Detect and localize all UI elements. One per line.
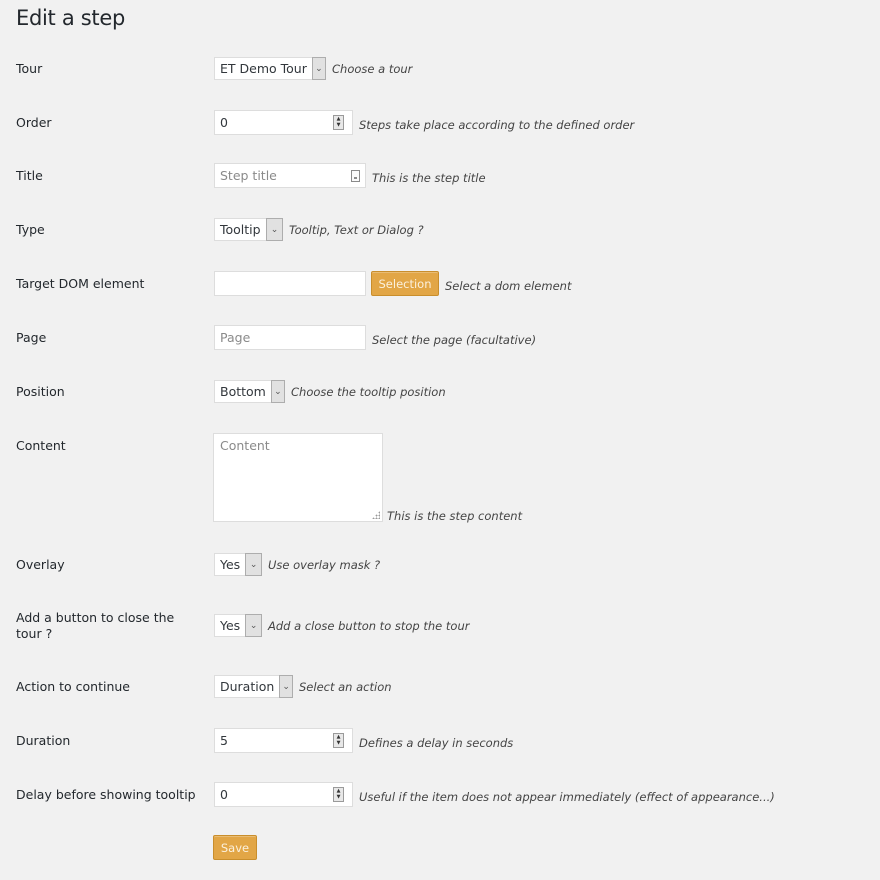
position-label: Position xyxy=(16,384,65,399)
content-description: This is the step content xyxy=(387,509,523,523)
chevron-down-icon[interactable]: ⌄ xyxy=(245,553,262,576)
title-description: This is the step title xyxy=(372,170,486,185)
tour-select-value: ET Demo Tour xyxy=(220,61,307,76)
chevron-down-icon[interactable]: ⌄ xyxy=(279,675,293,698)
save-button[interactable]: Save xyxy=(213,835,257,860)
close-button-description: Add a close button to stop the tour xyxy=(268,618,470,633)
number-spinner-icon[interactable]: ▲ ▼ xyxy=(333,733,344,748)
overlay-description: Use overlay mask ? xyxy=(268,557,381,572)
delay-description: Useful if the item does not appear immed… xyxy=(359,789,775,804)
close-button-label: Add a button to close the tour ? xyxy=(16,610,175,641)
order-label: Order xyxy=(16,115,52,130)
page-input[interactable]: Page xyxy=(214,325,366,350)
target-description: Select a dom element xyxy=(445,278,572,293)
chevron-down-icon[interactable]: ⌄ xyxy=(270,380,285,403)
overlay-label: Overlay xyxy=(16,557,65,572)
content-textarea-placeholder: Content xyxy=(220,438,270,453)
position-description: Choose the tooltip position xyxy=(291,384,446,399)
delay-input-value: 0 xyxy=(220,787,228,802)
number-spinner-icon[interactable]: ▲ ▼ xyxy=(333,787,344,802)
duration-description: Defines a delay in seconds xyxy=(359,735,514,750)
resize-handle-icon[interactable] xyxy=(372,511,380,519)
duration-input-value: 5 xyxy=(220,733,228,748)
duration-label: Duration xyxy=(16,733,71,748)
title-label: Title xyxy=(16,168,43,183)
type-description: Tooltip, Text or Dialog ? xyxy=(289,222,424,237)
number-spinner-icon[interactable]: ▲ ▼ xyxy=(333,115,344,130)
page-input-placeholder: Page xyxy=(220,330,251,345)
title-input-placeholder: Step title xyxy=(220,168,277,183)
overlay-select[interactable]: Yes ⌄ xyxy=(214,553,262,576)
type-label: Type xyxy=(16,222,45,237)
order-description: Steps take place according to the define… xyxy=(359,117,635,132)
duration-input[interactable]: 5 ▲ ▼ xyxy=(214,728,353,753)
action-select-value: Duration xyxy=(220,679,275,694)
type-select-value: Tooltip xyxy=(220,222,261,237)
chevron-down-icon[interactable]: ⌄ xyxy=(245,614,262,637)
target-input[interactable] xyxy=(214,271,366,296)
action-description: Select an action xyxy=(299,679,392,694)
delay-input[interactable]: 0 ▲ ▼ xyxy=(214,782,353,807)
page-description: Select the page (facultative) xyxy=(372,332,537,347)
title-input[interactable]: Step title xyxy=(214,163,366,188)
action-label: Action to continue xyxy=(16,679,130,694)
order-input[interactable]: 0 ▲ ▼ xyxy=(214,110,353,135)
action-select[interactable]: Duration ⌄ xyxy=(214,675,293,698)
page-title: Edit a step xyxy=(16,6,126,30)
tour-description: Choose a tour xyxy=(332,61,413,76)
tour-label: Tour xyxy=(16,61,43,76)
tour-select[interactable]: ET Demo Tour ⌄ xyxy=(214,57,326,80)
close-button-select-value: Yes xyxy=(220,618,241,633)
type-select[interactable]: Tooltip ⌄ xyxy=(214,218,283,241)
position-select-value: Bottom xyxy=(220,384,266,399)
chevron-down-icon[interactable]: ⌄ xyxy=(266,218,283,241)
chevron-down-icon[interactable]: ⌄ xyxy=(311,57,326,80)
content-label: Content xyxy=(16,438,66,453)
order-input-value: 0 xyxy=(220,115,228,130)
selection-button[interactable]: Selection xyxy=(371,271,439,296)
page-label: Page xyxy=(16,330,47,345)
delay-label: Delay before showing tooltip xyxy=(16,787,196,802)
target-label: Target DOM element xyxy=(16,276,145,291)
overlay-select-value: Yes xyxy=(220,557,241,572)
position-select[interactable]: Bottom ⌄ xyxy=(214,380,285,403)
autofill-icon[interactable] xyxy=(351,170,360,182)
close-button-select[interactable]: Yes ⌄ xyxy=(214,614,262,637)
content-textarea[interactable]: Content xyxy=(213,433,383,522)
